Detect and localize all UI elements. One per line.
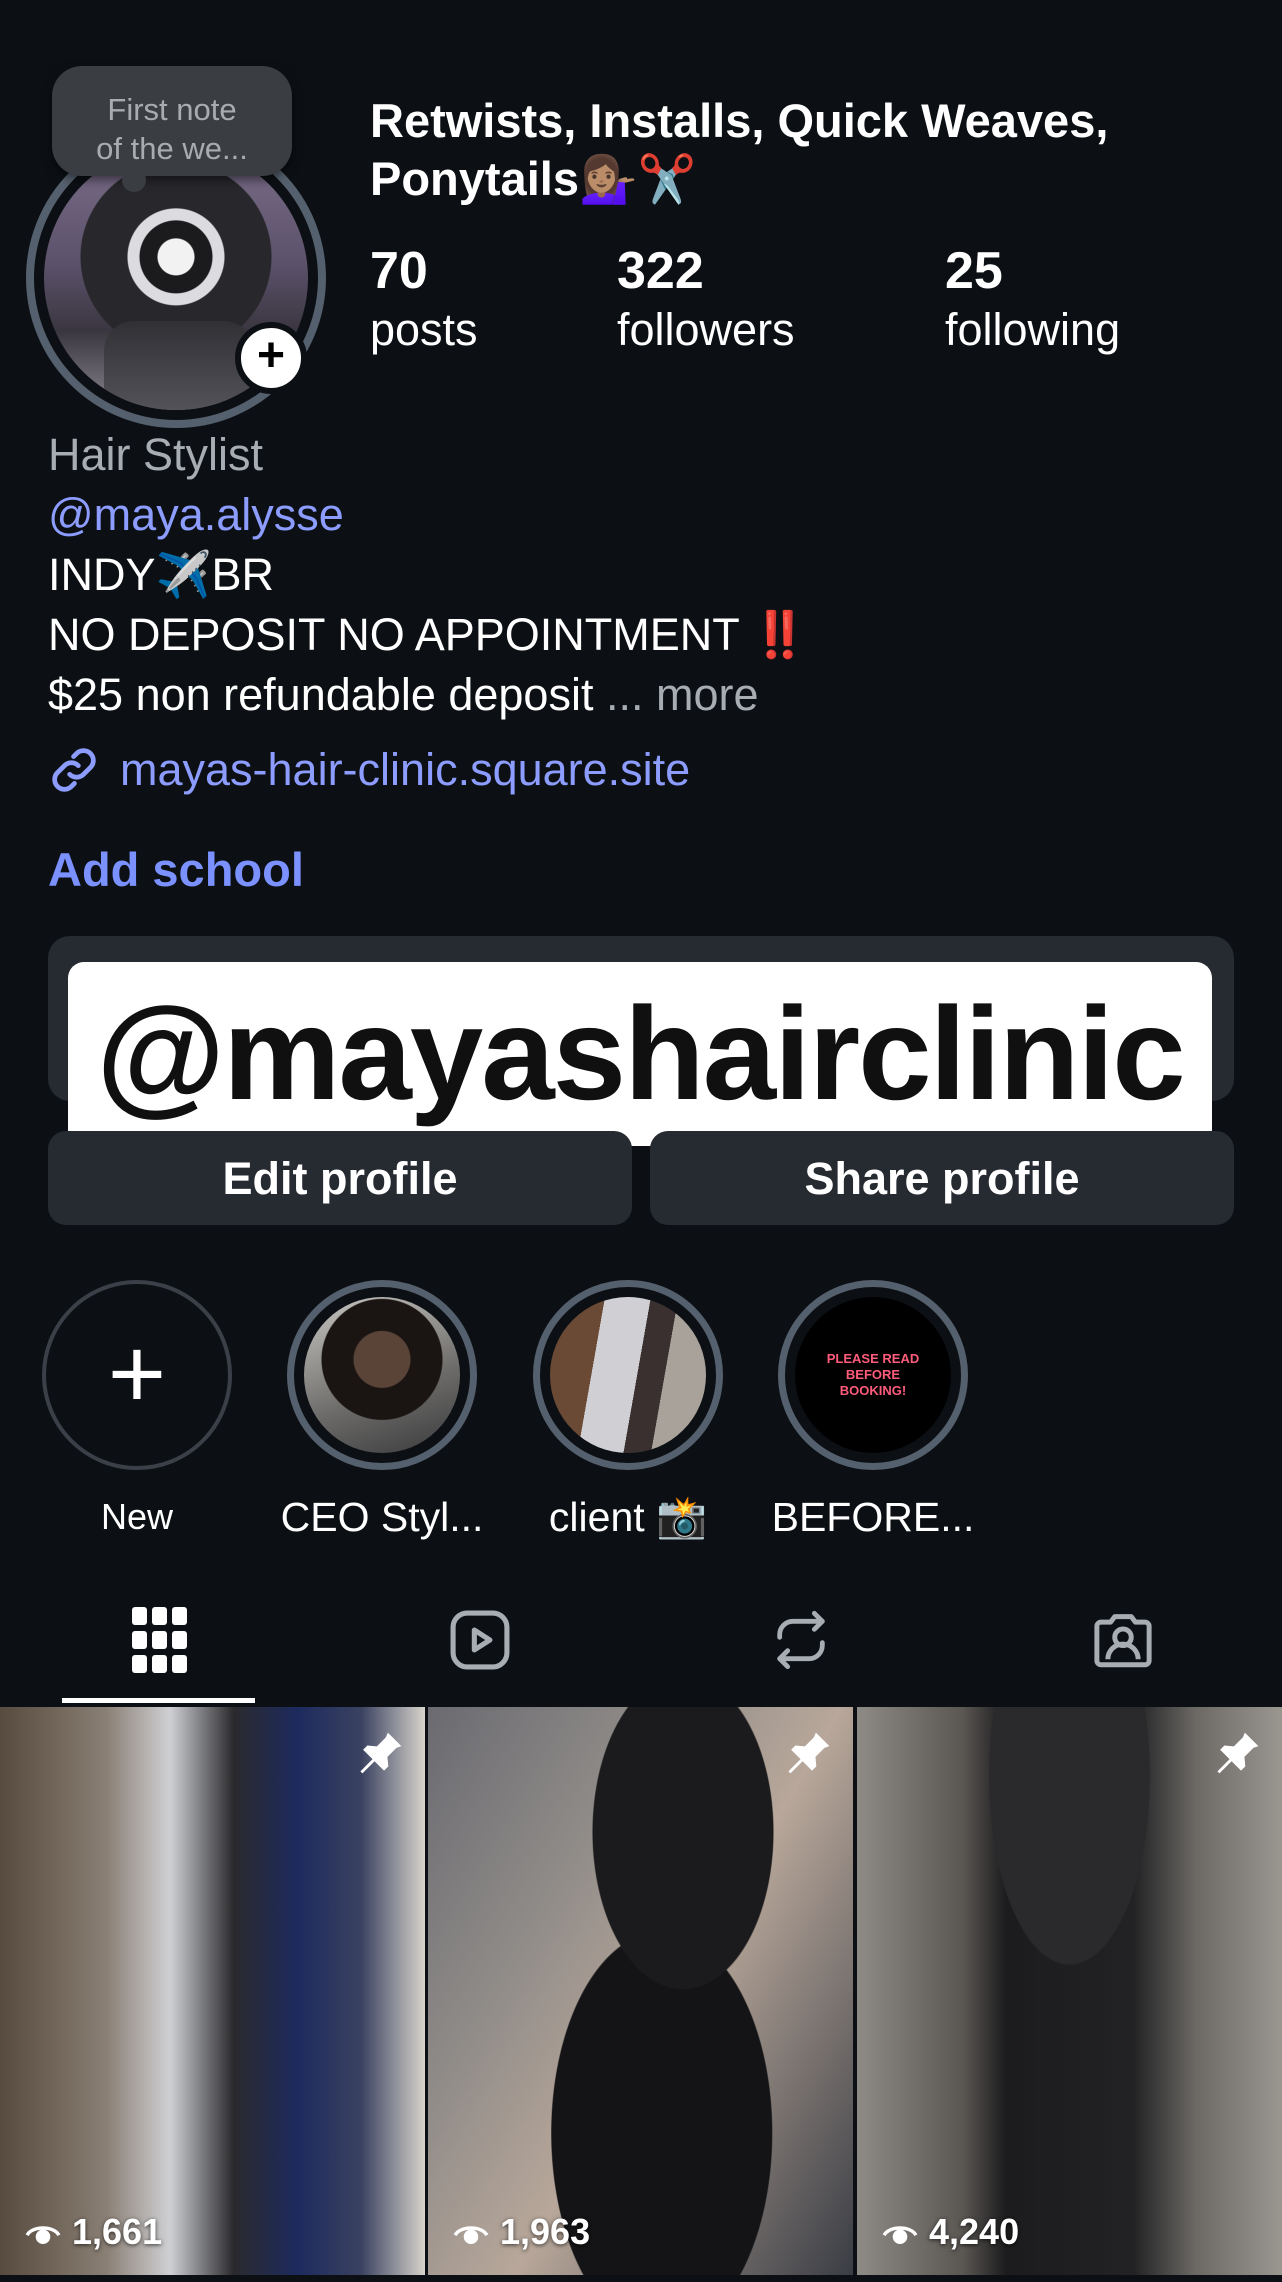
highlight-cover	[287, 1280, 477, 1470]
share-profile-button[interactable]: Share profile	[650, 1131, 1234, 1225]
highlight-before[interactable]: PLEASE READ BEFORE BOOKING! BEFORE...	[772, 1280, 974, 1542]
bio-website-link[interactable]: mayas-hair-clinic.square.site	[48, 740, 690, 800]
note-text-line2: of the we...	[96, 131, 248, 166]
stat-followers[interactable]: 322 followers	[617, 240, 795, 358]
highlight-label: CEO Styl...	[280, 1494, 484, 1540]
highlight-client[interactable]: client 📸	[528, 1280, 728, 1542]
bio-line-container: $25 non refundable deposit ... more	[48, 665, 759, 725]
add-school-button[interactable]: Add school	[48, 840, 304, 900]
pin-icon	[1217, 1732, 1259, 1774]
post-view-count: 1,661	[24, 2211, 162, 2253]
tab-reels[interactable]	[420, 1605, 540, 1675]
bio-handle-link[interactable]: @maya.alysse	[48, 485, 344, 545]
grid-post[interactable]: 1,963	[428, 1707, 853, 2275]
add-story-plus-icon[interactable]: +	[235, 322, 307, 394]
active-tab-indicator	[62, 1698, 255, 1703]
view-count-text: 1,963	[500, 2211, 591, 2252]
posts-label: posts	[370, 304, 478, 355]
note-text-line1: First note	[107, 92, 237, 127]
view-eye-icon	[453, 2226, 489, 2245]
stat-following[interactable]: 25 following	[945, 240, 1120, 358]
plus-icon: +	[107, 1318, 167, 1430]
view-count-text: 4,240	[929, 2211, 1020, 2252]
post-view-count: 1,963	[452, 2211, 590, 2253]
bio-more-button[interactable]: ... more	[606, 669, 759, 720]
view-eye-icon	[25, 2226, 61, 2245]
stat-posts[interactable]: 70 posts	[370, 240, 478, 358]
edit-profile-button[interactable]: Edit profile	[48, 1131, 632, 1225]
profile-display-name: Retwists, Installs, Quick Weaves, Ponyta…	[370, 94, 1109, 205]
reposts-icon	[777, 1610, 825, 1670]
followers-label: followers	[617, 304, 795, 355]
tagged-icon	[1094, 1614, 1152, 1668]
pin-icon	[360, 1732, 402, 1774]
view-count-text: 1,661	[72, 2211, 163, 2252]
tab-tagged[interactable]	[1063, 1605, 1183, 1675]
following-label: following	[945, 304, 1121, 355]
grid-post[interactable]: 4,240	[857, 1707, 1282, 2275]
username-sticker-overlay: @mayashairclinic	[68, 962, 1212, 1146]
link-icon	[52, 748, 96, 792]
highlight-label: client 📸	[548, 1494, 708, 1540]
followers-count: 322	[617, 242, 704, 300]
highlight-cover	[533, 1280, 723, 1470]
website-link-text: mayas-hair-clinic.square.site	[120, 744, 691, 795]
post-view-count: 4,240	[881, 2211, 1019, 2253]
grid-post[interactable]: 1,661	[0, 1707, 425, 2275]
highlight-label: New	[100, 1496, 174, 1537]
highlight-cover-text: PLEASE READ BEFORE BOOKING!	[795, 1297, 951, 1453]
following-count: 25	[945, 242, 1003, 300]
bio-line: INDY✈️BR	[48, 549, 275, 600]
highlight-cover-image	[304, 1297, 460, 1453]
highlight-new-circle: +	[42, 1280, 232, 1470]
pin-icon	[788, 1732, 830, 1774]
posts-count: 70	[370, 242, 428, 300]
highlight-cover-image	[550, 1297, 706, 1453]
bio-line: NO DEPOSIT NO APPOINTMENT ‼️	[48, 609, 808, 660]
highlight-new[interactable]: + New	[37, 1280, 237, 1542]
reels-icon	[450, 1610, 510, 1670]
tab-reposts[interactable]	[741, 1605, 861, 1675]
grid-icon	[132, 1607, 187, 1673]
bio-line: $25 non refundable deposit	[48, 669, 594, 720]
bio-category: Hair Stylist	[48, 429, 264, 480]
tab-posts-grid[interactable]	[100, 1605, 220, 1675]
view-eye-icon	[882, 2226, 918, 2245]
highlight-ceo[interactable]: CEO Styl...	[281, 1280, 483, 1542]
highlight-cover: PLEASE READ BEFORE BOOKING!	[778, 1280, 968, 1470]
note-bubble[interactable]: First note of the we...	[52, 66, 292, 192]
highlight-label: BEFORE...	[771, 1494, 975, 1540]
